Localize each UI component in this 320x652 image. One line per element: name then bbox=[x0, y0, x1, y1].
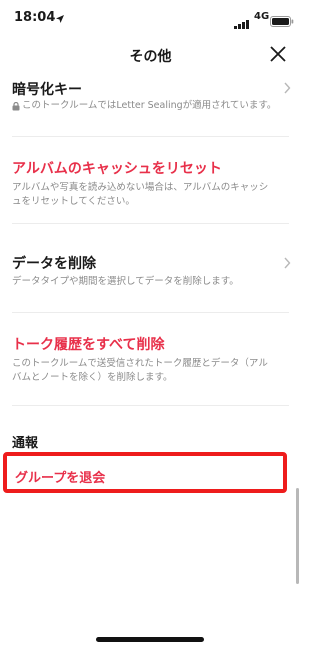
signal-strength-icon bbox=[234, 14, 250, 33]
item-title: トーク履歴をすべて削除 bbox=[12, 337, 165, 353]
item-description: このトークルームで送受信されたトーク履歴とデータ（アルバムとノートを除く）を削除… bbox=[12, 358, 268, 383]
header: その他 bbox=[0, 36, 301, 72]
home-indicator bbox=[96, 637, 204, 642]
item-title: アルバムのキャッシュをリセット bbox=[12, 161, 222, 177]
scrollbar[interactable] bbox=[296, 488, 299, 584]
chevron-right-icon bbox=[284, 257, 291, 269]
close-button[interactable] bbox=[268, 44, 288, 64]
leave-group-label: グループを退会 bbox=[15, 471, 106, 486]
divider bbox=[12, 405, 289, 406]
item-title: 暗号化キー bbox=[12, 82, 82, 98]
network-type: 4G bbox=[254, 11, 270, 22]
item-description: アルバムや写真を読み込めない場合は、アルバムのキャッシュをリセットしてください。 bbox=[12, 182, 269, 207]
divider bbox=[12, 223, 289, 224]
leave-group-button[interactable]: グループを退会 bbox=[3, 452, 287, 493]
item-title: データを削除 bbox=[12, 256, 96, 272]
page-title: その他 bbox=[129, 49, 172, 65]
menu-item-encryption-key[interactable]: 暗号化キー このトークルームではLetter Sealingが適用されています。 bbox=[0, 78, 301, 136]
item-description: データタイプや期間を選択してデータを削除します。 bbox=[12, 276, 239, 287]
menu-item-delete-all-chat-history[interactable]: トーク履歴をすべて削除 このトークルームで送受信されたトーク履歴とデータ（アルバ… bbox=[0, 333, 301, 389]
chevron-right-icon bbox=[284, 82, 291, 94]
divider bbox=[12, 312, 289, 313]
menu-item-delete-data[interactable]: データを削除 データタイプや期間を選択してデータを削除します。 bbox=[0, 252, 301, 296]
battery-icon bbox=[270, 12, 294, 31]
lock-icon bbox=[12, 102, 20, 111]
location-arrow-icon bbox=[55, 9, 65, 28]
status-time: 18:04 bbox=[14, 10, 56, 25]
close-icon bbox=[270, 46, 286, 62]
divider bbox=[12, 136, 289, 137]
menu-item-reset-album-cache[interactable]: アルバムのキャッシュをリセット アルバムや写真を読み込めない場合は、アルバムのキ… bbox=[0, 157, 301, 217]
item-description: このトークルームではLetter Sealingが適用されています。 bbox=[22, 100, 277, 111]
report-section-label: 通報 bbox=[12, 436, 39, 451]
status-bar: 18:04 4G bbox=[0, 0, 301, 36]
